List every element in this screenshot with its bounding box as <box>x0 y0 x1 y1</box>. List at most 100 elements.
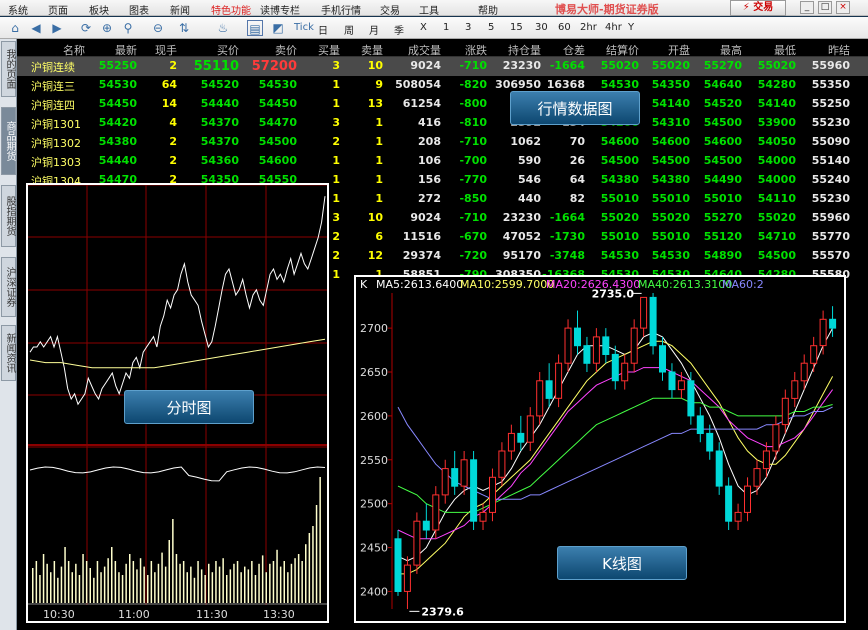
refresh-icon[interactable]: ⟳ <box>78 20 94 36</box>
period-2[interactable]: 周 <box>344 22 354 37</box>
candle <box>677 380 685 391</box>
col-header-1[interactable]: 最新 <box>115 42 137 58</box>
menu-item-8[interactable]: 交易 <box>380 2 400 17</box>
sidebar-tab-4[interactable]: 新闻资讯 <box>1 325 16 381</box>
chart-view-icon[interactable]: ◩ <box>270 20 286 36</box>
menu-item-9[interactable]: 工具 <box>419 2 439 17</box>
kline-label: K线图 <box>557 546 687 580</box>
candle <box>441 468 449 496</box>
quote-cell: 2 <box>332 249 340 262</box>
quote-cell: 11516 <box>402 230 441 243</box>
menu-item-4[interactable]: 新闻 <box>170 2 190 17</box>
quote-cell: 10 <box>367 59 383 72</box>
quote-cell: 106 <box>418 154 441 167</box>
zoom-in-icon[interactable]: ⊕ <box>99 20 115 36</box>
period-8[interactable]: 5 <box>488 22 494 33</box>
col-header-7[interactable]: 成交量 <box>408 42 441 58</box>
maximize-icon[interactable]: □ <box>818 1 832 14</box>
menu-item-10[interactable]: 帮助 <box>478 2 498 17</box>
volume-bar <box>50 572 52 603</box>
quote-row[interactable]: 沪铜连三 54530 64 54520 54530 1 9 508054 -820 306950 1… <box>17 76 868 95</box>
period-6[interactable]: 1 <box>443 22 449 33</box>
period-14[interactable]: Y <box>628 22 634 33</box>
quote-cell: 55010 <box>600 192 639 205</box>
menu-item-1[interactable]: 页面 <box>48 2 68 17</box>
candle <box>800 362 808 382</box>
col-header-5[interactable]: 买量 <box>318 42 340 58</box>
volume-bar <box>244 566 246 603</box>
quote-cell: 1 <box>332 78 340 91</box>
period-9[interactable]: 15 <box>510 22 523 33</box>
quote-cell: -1664 <box>549 59 585 72</box>
sidebar-tab-1[interactable]: 商品期货 <box>1 107 16 175</box>
col-header-14[interactable]: 最低 <box>774 42 796 58</box>
volume-bar <box>139 558 142 603</box>
candle <box>422 520 430 531</box>
candle <box>489 476 496 513</box>
col-header-3[interactable]: 买价 <box>217 42 239 58</box>
candle <box>470 459 478 522</box>
close-icon[interactable]: × <box>836 1 850 14</box>
app-title: 博易大师-期货证券版 <box>555 3 659 16</box>
volume-bar <box>89 568 91 603</box>
quote-cell: 54500 <box>258 135 297 148</box>
period-3[interactable]: 月 <box>369 22 379 37</box>
menu-item-0[interactable]: 系统 <box>8 2 28 17</box>
quote-row[interactable]: 沪铜1302 54380 2 54370 54500 2 1 208 -710 1062 70 546… <box>17 133 868 152</box>
period-7[interactable]: 3 <box>465 22 471 33</box>
col-header-12[interactable]: 开盘 <box>668 42 690 58</box>
quote-cell: 55090 <box>811 135 850 148</box>
sidebar-tab-3[interactable]: 沪深证券 <box>1 257 16 317</box>
list-view-icon[interactable]: ▤ <box>247 20 263 36</box>
quote-cell: 95170 <box>502 249 541 262</box>
search-icon[interactable]: ⚲ <box>120 20 136 36</box>
col-header-8[interactable]: 涨跌 <box>465 42 487 58</box>
period-1[interactable]: 日 <box>318 22 328 37</box>
quote-cell: 3 <box>332 116 340 129</box>
period-5[interactable]: X <box>420 22 427 33</box>
period-12[interactable]: 2hr <box>580 22 597 33</box>
sidebar-tab-0[interactable]: 我的页面 <box>1 41 16 97</box>
trade-button[interactable]: ⚡ 交易 <box>730 0 786 16</box>
sort-icon[interactable]: ⇅ <box>176 20 192 36</box>
quote-row[interactable]: 沪铜连续 55250 2 55110 57200 3 10 9024 -710 23230 -166… <box>17 57 868 76</box>
menu-item-2[interactable]: 板块 <box>89 2 109 17</box>
period-10[interactable]: 30 <box>535 22 548 33</box>
volume-bar <box>269 563 271 603</box>
alert-icon[interactable]: ♨ <box>215 20 231 36</box>
quote-row[interactable]: 沪铜1303 54440 2 54360 54600 1 1 106 -700 590 26 5450… <box>17 152 868 171</box>
candle <box>725 485 733 522</box>
home-icon[interactable]: ⌂ <box>7 20 23 36</box>
col-header-10[interactable]: 仓差 <box>563 42 585 58</box>
col-header-2[interactable]: 现手 <box>155 42 177 58</box>
quote-row[interactable]: 沪铜连四 54450 14 54440 54450 1 13 61254 -800 54140 54… <box>17 95 868 114</box>
quote-cell: 54530 <box>600 249 639 262</box>
menu-item-7[interactable]: 手机行情 <box>321 2 361 17</box>
back-icon[interactable]: ◀ <box>28 20 44 36</box>
zoom-out-icon[interactable]: ⊖ <box>150 20 166 36</box>
period-13[interactable]: 4hr <box>605 22 622 33</box>
minimize-icon[interactable]: _ <box>800 1 814 14</box>
period-0[interactable]: Tick <box>294 22 314 33</box>
period-11[interactable]: 60 <box>558 22 571 33</box>
quote-row[interactable]: 沪铜1301544204543705447031416-810259215454… <box>17 114 868 133</box>
menu-item-5[interactable]: 特色功能 <box>211 2 251 17</box>
volume-bar <box>283 561 285 603</box>
col-header-15[interactable]: 昨结 <box>828 42 850 58</box>
col-header-13[interactable]: 最高 <box>720 42 742 58</box>
quote-cell: 1 <box>332 192 340 205</box>
menu-item-6[interactable]: 读博专栏 <box>260 2 300 17</box>
period-4[interactable]: 季 <box>394 22 404 37</box>
col-header-0[interactable]: 名称 <box>63 42 85 58</box>
col-header-11[interactable]: 结算价 <box>606 42 639 58</box>
col-header-6[interactable]: 卖量 <box>361 42 383 58</box>
trade-button-label: 交易 <box>753 2 774 13</box>
col-header-4[interactable]: 卖价 <box>275 42 297 58</box>
menu-item-3[interactable]: 图表 <box>129 2 149 17</box>
sidebar-tab-2[interactable]: 股指期货 <box>1 185 16 247</box>
col-header-9[interactable]: 持仓量 <box>508 42 541 58</box>
volume-bar <box>71 572 73 603</box>
quote-cell: 10 <box>367 211 383 224</box>
forward-icon[interactable]: ▶ <box>49 20 65 36</box>
quote-cell: 2 <box>169 59 177 72</box>
